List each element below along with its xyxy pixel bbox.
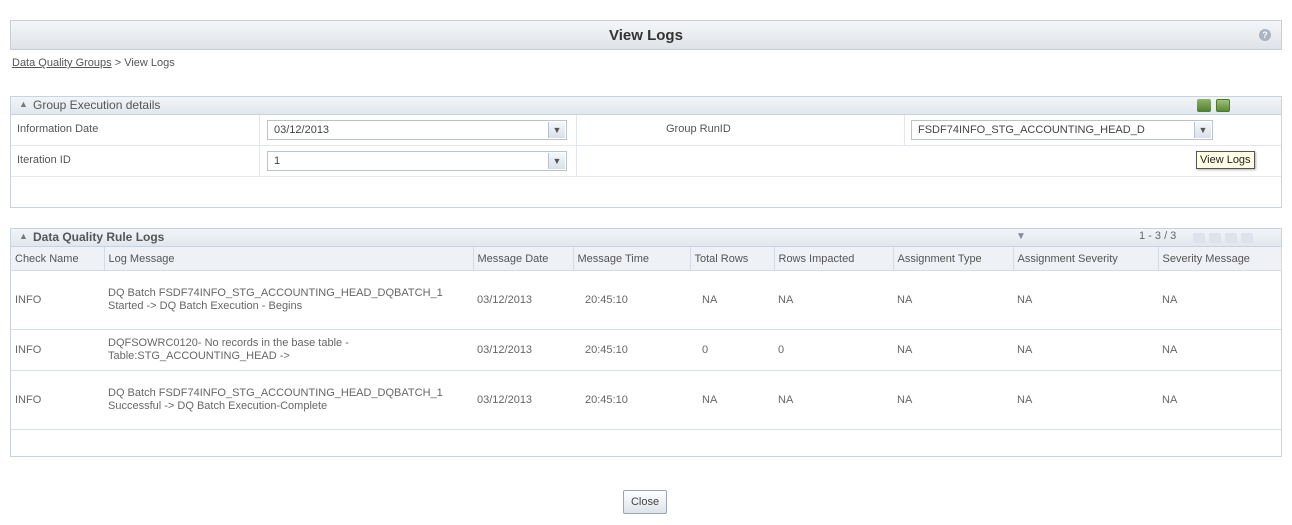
assignment-severity-cell: NA	[1013, 370, 1158, 430]
log-message-cell: DQ Batch FSDF74INFO_STG_ACCOUNTING_HEAD_…	[104, 370, 473, 430]
group-execution-panel: ▲ Group Execution details Information Da…	[10, 96, 1282, 208]
first-page-icon[interactable]	[1193, 233, 1205, 243]
severity-message-cell: NA	[1158, 370, 1281, 430]
total-rows-cell: 0	[690, 329, 774, 371]
message-date-cell: 03/12/2013	[473, 329, 573, 371]
information-date-value: 03/12/2013	[274, 124, 330, 136]
group-runid-select[interactable]: FSDF74INFO_STG_ACCOUNTING_HEAD_D ▼	[911, 120, 1213, 140]
column-header[interactable]: Rows Impacted	[774, 247, 894, 271]
assignment-type-cell: NA	[893, 270, 1013, 330]
divider	[259, 146, 260, 176]
message-date-cell: 03/12/2013	[473, 270, 573, 330]
collapse-icon[interactable]: ▲	[19, 231, 28, 241]
table-row[interactable]: INFO DQ Batch FSDF74INFO_STG_ACCOUNTING_…	[11, 270, 1281, 330]
log-message-cell: DQ Batch FSDF74INFO_STG_ACCOUNTING_HEAD_…	[104, 270, 473, 330]
column-header[interactable]: Severity Message	[1158, 247, 1282, 271]
rule-logs-header: ▲ Data Quality Rule Logs ▼ 1 - 3 / 3	[11, 229, 1281, 247]
rule-logs-panel: ▲ Data Quality Rule Logs ▼ 1 - 3 / 3 Che…	[10, 228, 1282, 457]
column-header[interactable]: Check Name	[11, 247, 105, 271]
group-execution-title: Group Execution details	[33, 98, 161, 112]
assignment-type-cell: NA	[893, 329, 1013, 371]
iteration-id-label: Iteration ID	[17, 154, 71, 166]
help-icon[interactable]: ?	[1259, 29, 1271, 41]
table-row[interactable]: INFO DQ Batch FSDF74INFO_STG_ACCOUNTING_…	[11, 370, 1281, 430]
message-time-cell: 20:45:10	[573, 370, 690, 430]
breadcrumb-separator: >	[114, 57, 122, 69]
pager-text: 1 - 3 / 3	[1139, 230, 1177, 242]
divider	[259, 115, 260, 145]
export-icon[interactable]	[1216, 99, 1230, 112]
group-execution-header: ▲ Group Execution details	[11, 97, 1281, 115]
total-rows-cell: NA	[690, 370, 774, 430]
column-header[interactable]: Assignment Type	[893, 247, 1014, 271]
divider	[576, 146, 577, 176]
iteration-id-select[interactable]: 1 ▼	[267, 151, 567, 171]
column-header[interactable]: Total Rows	[690, 247, 775, 271]
rule-logs-title: Data Quality Rule Logs	[33, 230, 165, 244]
column-header[interactable]: Message Time	[573, 247, 691, 271]
assignment-type-cell: NA	[893, 370, 1013, 430]
close-button[interactable]: Close	[623, 490, 667, 514]
last-page-icon[interactable]	[1241, 233, 1253, 243]
table-row[interactable]: INFO DQFSOWRC0120- No records in the bas…	[11, 329, 1281, 371]
rows-impacted-cell: NA	[774, 270, 893, 330]
rows-impacted-cell: 0	[774, 329, 893, 371]
iteration-id-value: 1	[274, 155, 281, 167]
breadcrumb-current: View Logs	[124, 57, 175, 69]
page-title: View Logs	[609, 27, 683, 44]
assignment-severity-cell: NA	[1013, 270, 1158, 330]
message-date-cell: 03/12/2013	[473, 370, 573, 430]
message-time-cell: 20:45:10	[573, 329, 690, 371]
rows-impacted-cell: NA	[774, 370, 893, 430]
table-header-row: Check Name Log Message Message Date Mess…	[11, 247, 1282, 271]
previous-page-icon[interactable]	[1209, 233, 1221, 243]
breadcrumb: Data Quality Groups > View Logs	[12, 57, 175, 69]
group-runid-value: FSDF74INFO_STG_ACCOUNTING_HEAD_D	[918, 124, 1145, 136]
severity-message-cell: NA	[1158, 270, 1281, 330]
divider	[904, 115, 905, 145]
collapse-icon[interactable]: ▲	[19, 99, 28, 109]
next-page-icon[interactable]	[1225, 233, 1237, 243]
filter-icon[interactable]: ▼	[1016, 231, 1026, 242]
chevron-down-icon[interactable]: ▼	[1194, 122, 1211, 138]
breadcrumb-link-data-quality-groups[interactable]: Data Quality Groups	[12, 57, 112, 69]
message-time-cell: 20:45:10	[573, 270, 690, 330]
form-row-iteration-id: Iteration ID 1 ▼	[11, 146, 1281, 177]
view-logs-icon[interactable]	[1197, 99, 1211, 112]
window-titlebar: View Logs ?	[10, 20, 1282, 50]
information-date-label: Information Date	[17, 123, 99, 135]
column-header[interactable]: Assignment Severity	[1013, 247, 1159, 271]
chevron-down-icon[interactable]: ▼	[548, 153, 565, 169]
check-name-cell: INFO	[11, 270, 104, 330]
log-message-cell: DQFSOWRC0120- No records in the base tab…	[104, 329, 473, 371]
divider	[576, 115, 577, 145]
form-row-information-date: Information Date 03/12/2013 ▼ Group RunI…	[11, 115, 1281, 146]
column-header[interactable]: Message Date	[473, 247, 574, 271]
rule-logs-table: Check Name Log Message Message Date Mess…	[11, 247, 1282, 430]
information-date-select[interactable]: 03/12/2013 ▼	[267, 120, 567, 140]
check-name-cell: INFO	[11, 329, 104, 371]
view-logs-tooltip: View Logs	[1196, 151, 1255, 169]
group-runid-label: Group RunID	[666, 123, 731, 135]
check-name-cell: INFO	[11, 370, 104, 430]
total-rows-cell: NA	[690, 270, 774, 330]
chevron-down-icon[interactable]: ▼	[548, 122, 565, 138]
assignment-severity-cell: NA	[1013, 329, 1158, 371]
severity-message-cell: NA	[1158, 329, 1281, 371]
column-header[interactable]: Log Message	[104, 247, 474, 271]
